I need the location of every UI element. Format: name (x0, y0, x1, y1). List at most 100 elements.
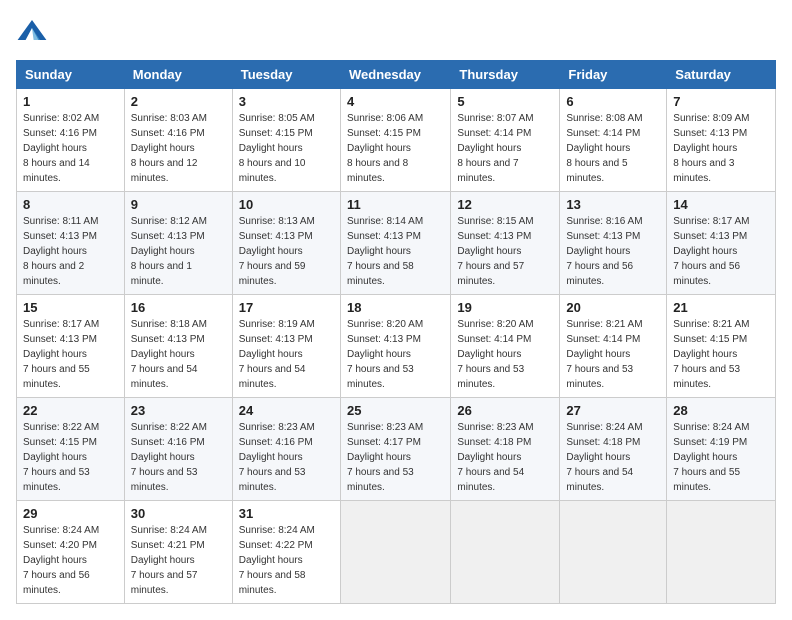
daylight-label: Daylight hours (23, 143, 87, 154)
day-number: 29 (23, 506, 118, 521)
calendar-cell: 25 Sunrise: 8:23 AM Sunset: 4:17 PM Dayl… (340, 398, 450, 501)
sunrise-time: 8:22 AM (62, 422, 99, 433)
sunrise-time: 8:16 AM (606, 216, 643, 227)
daylight-label: Daylight hours (566, 349, 630, 360)
sunset-label: Sunset: (23, 128, 60, 139)
calendar-cell: 14 Sunrise: 8:17 AM Sunset: 4:13 PM Dayl… (667, 192, 776, 295)
sunrise-label: Sunrise: (673, 422, 712, 433)
day-info: Sunrise: 8:24 AM Sunset: 4:18 PM Dayligh… (566, 420, 660, 495)
day-info: Sunrise: 8:20 AM Sunset: 4:14 PM Dayligh… (457, 317, 553, 392)
day-info: Sunrise: 8:24 AM Sunset: 4:22 PM Dayligh… (239, 523, 334, 598)
sunset-label: Sunset: (23, 334, 60, 345)
sunrise-label: Sunrise: (673, 319, 712, 330)
sunset-label: Sunset: (239, 437, 276, 448)
day-number: 6 (566, 94, 660, 109)
calendar-cell: 24 Sunrise: 8:23 AM Sunset: 4:16 PM Dayl… (232, 398, 340, 501)
sunrise-label: Sunrise: (457, 113, 496, 124)
calendar-cell: 29 Sunrise: 8:24 AM Sunset: 4:20 PM Dayl… (17, 501, 125, 604)
day-info: Sunrise: 8:05 AM Sunset: 4:15 PM Dayligh… (239, 111, 334, 186)
daylight-value: 7 hours and 59 minutes. (239, 261, 306, 287)
daylight-label: Daylight hours (23, 555, 87, 566)
day-number: 31 (239, 506, 334, 521)
day-number: 19 (457, 300, 553, 315)
sunset-label: Sunset: (457, 231, 494, 242)
sunrise-time: 8:06 AM (386, 113, 423, 124)
daylight-label: Daylight hours (131, 452, 195, 463)
logo (16, 16, 52, 48)
sunrise-time: 8:21 AM (713, 319, 750, 330)
daylight-label: Daylight hours (566, 143, 630, 154)
daylight-value: 7 hours and 56 minutes. (673, 261, 740, 287)
sunrise-time: 8:17 AM (62, 319, 99, 330)
day-info: Sunrise: 8:21 AM Sunset: 4:14 PM Dayligh… (566, 317, 660, 392)
sunrise-time: 8:20 AM (386, 319, 423, 330)
daylight-value: 7 hours and 54 minutes. (239, 364, 306, 390)
daylight-value: 8 hours and 14 minutes. (23, 158, 90, 184)
sunset-time: 4:13 PM (167, 231, 204, 242)
sunrise-time: 8:12 AM (170, 216, 207, 227)
daylight-value: 7 hours and 56 minutes. (566, 261, 633, 287)
daylight-value: 7 hours and 55 minutes. (673, 467, 740, 493)
day-info: Sunrise: 8:13 AM Sunset: 4:13 PM Dayligh… (239, 214, 334, 289)
daylight-label: Daylight hours (673, 452, 737, 463)
sunrise-label: Sunrise: (23, 525, 62, 536)
day-info: Sunrise: 8:24 AM Sunset: 4:19 PM Dayligh… (673, 420, 769, 495)
daylight-value: 7 hours and 54 minutes. (457, 467, 524, 493)
sunrise-label: Sunrise: (131, 319, 170, 330)
day-number: 9 (131, 197, 226, 212)
daylight-value: 7 hours and 53 minutes. (347, 467, 414, 493)
daylight-label: Daylight hours (239, 349, 303, 360)
calendar-cell: 15 Sunrise: 8:17 AM Sunset: 4:13 PM Dayl… (17, 295, 125, 398)
sunrise-label: Sunrise: (566, 319, 605, 330)
sunset-time: 4:20 PM (60, 540, 97, 551)
sunset-time: 4:22 PM (275, 540, 312, 551)
daylight-value: 7 hours and 57 minutes. (457, 261, 524, 287)
calendar-cell: 20 Sunrise: 8:21 AM Sunset: 4:14 PM Dayl… (560, 295, 667, 398)
daylight-value: 7 hours and 53 minutes. (239, 467, 306, 493)
daylight-value: 7 hours and 58 minutes. (347, 261, 414, 287)
day-info: Sunrise: 8:19 AM Sunset: 4:13 PM Dayligh… (239, 317, 334, 392)
daylight-value: 7 hours and 54 minutes. (131, 364, 198, 390)
sunrise-label: Sunrise: (673, 216, 712, 227)
daylight-value: 8 hours and 1 minute. (131, 261, 192, 287)
day-info: Sunrise: 8:03 AM Sunset: 4:16 PM Dayligh… (131, 111, 226, 186)
sunset-time: 4:18 PM (494, 437, 531, 448)
day-info: Sunrise: 8:15 AM Sunset: 4:13 PM Dayligh… (457, 214, 553, 289)
daylight-value: 8 hours and 7 minutes. (457, 158, 518, 184)
daylight-label: Daylight hours (131, 246, 195, 257)
sunset-time: 4:19 PM (710, 437, 747, 448)
sunset-label: Sunset: (673, 128, 710, 139)
sunset-label: Sunset: (566, 128, 603, 139)
sunrise-time: 8:24 AM (713, 422, 750, 433)
daylight-label: Daylight hours (347, 246, 411, 257)
sunrise-label: Sunrise: (673, 113, 712, 124)
sunset-label: Sunset: (673, 334, 710, 345)
calendar: SundayMondayTuesdayWednesdayThursdayFrid… (16, 60, 776, 604)
sunset-time: 4:16 PM (60, 128, 97, 139)
day-number: 14 (673, 197, 769, 212)
sunrise-time: 8:08 AM (606, 113, 643, 124)
daylight-label: Daylight hours (457, 452, 521, 463)
day-info: Sunrise: 8:07 AM Sunset: 4:14 PM Dayligh… (457, 111, 553, 186)
daylight-value: 7 hours and 53 minutes. (566, 364, 633, 390)
sunrise-label: Sunrise: (347, 422, 386, 433)
day-number: 13 (566, 197, 660, 212)
calendar-cell: 11 Sunrise: 8:14 AM Sunset: 4:13 PM Dayl… (340, 192, 450, 295)
sunrise-label: Sunrise: (23, 113, 62, 124)
sunset-label: Sunset: (566, 334, 603, 345)
sunrise-time: 8:24 AM (606, 422, 643, 433)
calendar-header-row: SundayMondayTuesdayWednesdayThursdayFrid… (17, 61, 776, 89)
day-info: Sunrise: 8:21 AM Sunset: 4:15 PM Dayligh… (673, 317, 769, 392)
calendar-cell: 21 Sunrise: 8:21 AM Sunset: 4:15 PM Dayl… (667, 295, 776, 398)
daylight-label: Daylight hours (673, 246, 737, 257)
sunset-label: Sunset: (347, 334, 384, 345)
calendar-header-friday: Friday (560, 61, 667, 89)
calendar-cell: 22 Sunrise: 8:22 AM Sunset: 4:15 PM Dayl… (17, 398, 125, 501)
sunrise-time: 8:17 AM (713, 216, 750, 227)
day-info: Sunrise: 8:11 AM Sunset: 4:13 PM Dayligh… (23, 214, 118, 289)
sunrise-time: 8:18 AM (170, 319, 207, 330)
day-info: Sunrise: 8:12 AM Sunset: 4:13 PM Dayligh… (131, 214, 226, 289)
daylight-label: Daylight hours (131, 143, 195, 154)
day-number: 24 (239, 403, 334, 418)
sunset-time: 4:13 PM (384, 334, 421, 345)
